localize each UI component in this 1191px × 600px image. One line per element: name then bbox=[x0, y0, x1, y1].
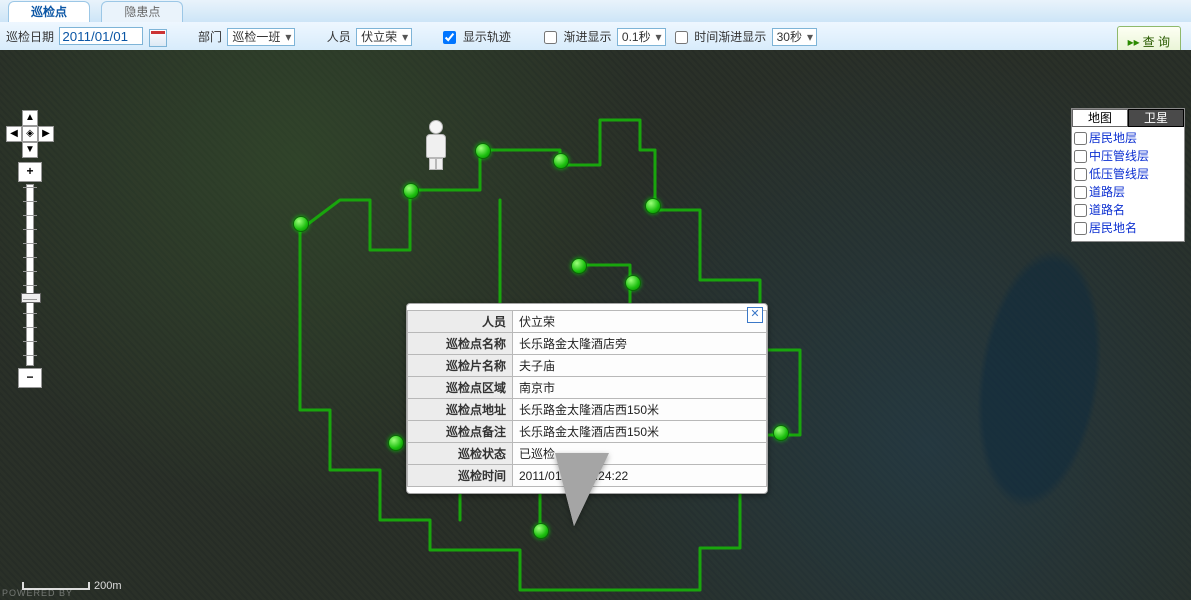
time-step-label: 时间渐进显示 bbox=[694, 30, 766, 44]
info-value: 已巡检 bbox=[513, 443, 767, 465]
pan-center-button[interactable]: ◈ bbox=[22, 126, 38, 142]
layer-item[interactable]: 低压管线层 bbox=[1074, 165, 1182, 183]
info-key: 巡检状态 bbox=[408, 443, 513, 465]
zoom-in-button[interactable]: + bbox=[18, 162, 42, 182]
query-button-label: 查 询 bbox=[1143, 35, 1170, 49]
step-interval-select[interactable]: 0.1秒 bbox=[617, 28, 666, 46]
inspection-node[interactable] bbox=[645, 198, 661, 214]
inspection-node[interactable] bbox=[533, 523, 549, 539]
info-row: 巡检点地址长乐路金太隆酒店西150米 bbox=[408, 399, 767, 421]
step-show-checkbox[interactable] bbox=[544, 31, 557, 44]
tabs-bar: 巡检点 隐患点 bbox=[0, 0, 1191, 23]
inspection-node[interactable] bbox=[553, 153, 569, 169]
time-interval-select[interactable]: 30秒 bbox=[772, 28, 817, 46]
step-show-label: 渐进显示 bbox=[564, 30, 612, 44]
date-input[interactable] bbox=[59, 27, 143, 45]
info-value: 长乐路金太隆酒店旁 bbox=[513, 333, 767, 355]
zoom-handle[interactable] bbox=[21, 293, 41, 303]
show-track-label: 显示轨迹 bbox=[463, 30, 511, 44]
layer-checkbox[interactable] bbox=[1074, 132, 1087, 145]
person-marker-icon bbox=[422, 120, 450, 168]
layer-item[interactable]: 道路名 bbox=[1074, 201, 1182, 219]
layer-checkbox[interactable] bbox=[1074, 204, 1087, 217]
layer-checkbox[interactable] bbox=[1074, 168, 1087, 181]
inspection-node[interactable] bbox=[388, 435, 404, 451]
info-value: 长乐路金太隆酒店西150米 bbox=[513, 399, 767, 421]
layer-checkbox[interactable] bbox=[1074, 186, 1087, 199]
basemap-satellite-tab[interactable]: 卫星 bbox=[1128, 109, 1184, 127]
info-value: 长乐路金太隆酒店西150米 bbox=[513, 421, 767, 443]
filter-toolbar: 巡检日期 部门 巡检一班 人员 伏立荣 显示轨迹 渐进显示 0.1秒 时间渐进显… bbox=[0, 22, 1191, 51]
dept-select[interactable]: 巡检一班 bbox=[227, 28, 295, 46]
tab-inspection-points[interactable]: 巡检点 bbox=[8, 1, 90, 23]
dept-label: 部门 bbox=[198, 30, 222, 44]
info-key: 巡检点名称 bbox=[408, 333, 513, 355]
info-key: 人员 bbox=[408, 311, 513, 333]
info-key: 巡检片名称 bbox=[408, 355, 513, 377]
pan-south-button[interactable]: ▼ bbox=[22, 142, 38, 158]
calendar-icon[interactable] bbox=[149, 29, 167, 47]
pan-east-button[interactable]: ▶ bbox=[38, 126, 54, 142]
pan-west-button[interactable]: ◀ bbox=[6, 126, 22, 142]
time-step-checkbox[interactable] bbox=[675, 31, 688, 44]
info-row: 人员伏立荣 bbox=[408, 311, 767, 333]
date-label: 巡检日期 bbox=[6, 30, 54, 44]
map-viewport[interactable]: ▲ ▼ ◀ ▶ ◈ + − 地图 卫星 居民地层中压管线层低压管线层道路层道路名… bbox=[0, 50, 1191, 600]
zoom-out-button[interactable]: − bbox=[18, 368, 42, 388]
info-key: 巡检点备注 bbox=[408, 421, 513, 443]
zoom-control: + − bbox=[18, 162, 42, 390]
layer-item[interactable]: 居民地层 bbox=[1074, 129, 1182, 147]
person-label: 人员 bbox=[327, 30, 351, 44]
layer-panel: 地图 卫星 居民地层中压管线层低压管线层道路层道路名居民地名 bbox=[1071, 108, 1185, 242]
basemap-map-tab[interactable]: 地图 bbox=[1072, 109, 1128, 127]
inspection-node[interactable] bbox=[571, 258, 587, 274]
info-row: 巡检点区域南京市 bbox=[408, 377, 767, 399]
info-value: 2011/01/01 12:24:22 bbox=[513, 465, 767, 487]
pan-north-button[interactable]: ▲ bbox=[22, 110, 38, 126]
info-value: 南京市 bbox=[513, 377, 767, 399]
inspection-node[interactable] bbox=[403, 183, 419, 199]
show-track-checkbox[interactable] bbox=[443, 31, 456, 44]
close-icon[interactable]: ✕ bbox=[747, 307, 763, 323]
layer-checkbox[interactable] bbox=[1074, 150, 1087, 163]
inspection-node[interactable] bbox=[773, 425, 789, 441]
info-value: 夫子庙 bbox=[513, 355, 767, 377]
layer-item[interactable]: 道路层 bbox=[1074, 183, 1182, 201]
inspection-node[interactable] bbox=[293, 216, 309, 232]
info-key: 巡检点区域 bbox=[408, 377, 513, 399]
info-row: 巡检片名称夫子庙 bbox=[408, 355, 767, 377]
pan-control: ▲ ▼ ◀ ▶ ◈ bbox=[6, 110, 54, 158]
layer-checkbox[interactable] bbox=[1074, 222, 1087, 235]
info-row: 巡检点备注长乐路金太隆酒店西150米 bbox=[408, 421, 767, 443]
info-key: 巡检时间 bbox=[408, 465, 513, 487]
layer-item[interactable]: 居民地名 bbox=[1074, 219, 1182, 237]
inspection-node[interactable] bbox=[475, 143, 491, 159]
info-window-tail bbox=[556, 454, 608, 526]
person-select[interactable]: 伏立荣 bbox=[356, 28, 412, 46]
layer-item[interactable]: 中压管线层 bbox=[1074, 147, 1182, 165]
powered-by-label: POWERED BY bbox=[2, 588, 73, 598]
tab-hazard-points[interactable]: 隐患点 bbox=[101, 1, 183, 23]
info-value: 伏立荣 bbox=[513, 311, 767, 333]
zoom-slider[interactable] bbox=[26, 184, 34, 366]
inspection-node[interactable] bbox=[625, 275, 641, 291]
info-row: 巡检点名称长乐路金太隆酒店旁 bbox=[408, 333, 767, 355]
info-key: 巡检点地址 bbox=[408, 399, 513, 421]
